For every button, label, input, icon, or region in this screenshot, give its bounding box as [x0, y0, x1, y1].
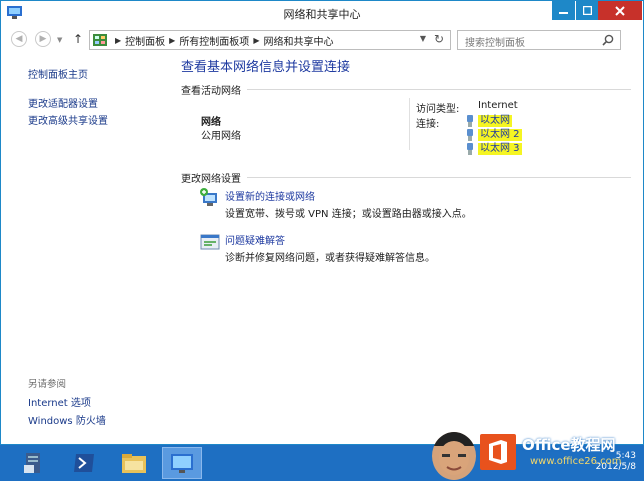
setup-new-connection-link[interactable]: 设置新的连接或网络	[225, 188, 315, 203]
network-name: 网络	[201, 117, 221, 128]
change-adapter-settings-link[interactable]: 更改适配器设置	[28, 95, 98, 110]
maximize-button[interactable]	[575, 1, 598, 20]
network-info-divider	[409, 98, 410, 150]
ethernet-label[interactable]: 以太网	[478, 115, 512, 127]
back-button[interactable]: ◀	[11, 31, 27, 47]
title-bar: 网络和共享中心	[1, 1, 643, 25]
refresh-icon[interactable]: ↻	[434, 32, 444, 46]
watermark: Office教程网 www.office26.com	[432, 428, 642, 480]
address-bar[interactable]: ▶ 控制面板 ▶ 所有控制面板项 ▶ 网络和共享中心 ▼ ↻	[89, 30, 451, 50]
minimize-button[interactable]	[552, 1, 575, 20]
see-also-heading: 另请参阅	[28, 379, 67, 390]
search-placeholder: 搜索控制面板	[465, 38, 525, 49]
internet-options-link[interactable]: Internet 选项	[28, 394, 91, 409]
close-button[interactable]	[598, 1, 642, 20]
file-explorer-button[interactable]	[114, 447, 154, 479]
search-box[interactable]: 搜索控制面板	[457, 30, 621, 50]
change-advanced-sharing-link[interactable]: 更改高级共享设置	[28, 112, 108, 127]
troubleshoot-icon	[200, 234, 220, 250]
access-type-value: Internet	[478, 100, 518, 111]
page-title: 查看基本网络信息并设置连接	[181, 60, 351, 75]
search-icon[interactable]	[602, 34, 614, 46]
breadcrumb-control-panel[interactable]: 控制面板	[125, 33, 165, 48]
network-type-link[interactable]: 公用网络	[201, 127, 241, 142]
up-button[interactable]: ↑	[73, 32, 83, 46]
watermark-avatar	[432, 432, 476, 480]
server-manager-button[interactable]	[14, 447, 54, 479]
navigation-bar: ◀ ▶ ▼ ↑ ▶ 控制面板 ▶ 所有控制面板项 ▶ 网络和共享中心 ▼ ↻ 搜…	[1, 27, 643, 53]
minimize-icon	[559, 12, 568, 14]
control-panel-icon	[171, 454, 193, 473]
ethernet-3-connection-link[interactable]: 以太网 3	[465, 143, 522, 155]
powershell-icon	[74, 454, 94, 472]
troubleshoot-problems-link[interactable]: 问题疑难解答	[225, 232, 285, 247]
powershell-button[interactable]	[64, 447, 104, 479]
ethernet-icon	[467, 115, 473, 127]
connections-label: 连接:	[416, 119, 440, 130]
new-connection-icon	[200, 188, 217, 206]
ethernet-3-label[interactable]: 以太网 3	[478, 143, 522, 155]
main-content: 查看基本网络信息并设置连接 查看活动网络 网络 公用网络 访问类型: Inter…	[171, 54, 643, 444]
ethernet-icon	[467, 129, 473, 141]
recent-locations-dropdown[interactable]: ▼	[57, 36, 62, 44]
breadcrumb-separator-icon[interactable]: ▶	[169, 36, 175, 45]
section-divider	[247, 89, 631, 90]
office-logo-icon	[480, 434, 516, 470]
address-dropdown-icon[interactable]: ▼	[420, 34, 426, 43]
access-type-label: 访问类型:	[416, 104, 460, 115]
server-manager-icon	[24, 453, 40, 473]
breadcrumb-separator-icon[interactable]: ▶	[253, 36, 259, 45]
breadcrumb-current[interactable]: 网络和共享中心	[263, 33, 333, 48]
left-navigation: 控制面板主页 更改适配器设置 更改高级共享设置 另请参阅 Internet 选项…	[1, 54, 171, 444]
watermark-brand: Office教程网	[522, 436, 616, 454]
breadcrumb-separator-icon[interactable]: ▶	[115, 36, 121, 45]
control-panel-home-link[interactable]: 控制面板主页	[28, 66, 88, 81]
section-divider	[247, 177, 631, 178]
control-panel-icon	[93, 34, 107, 46]
network-center-taskbar-button[interactable]	[162, 447, 202, 479]
watermark-url: www.office26.com	[530, 456, 622, 467]
forward-arrow-icon: ▶	[39, 34, 47, 44]
maximize-icon	[582, 6, 592, 15]
setup-new-connection-description: 设置宽带、拨号或 VPN 连接；或设置路由器或接入点。	[225, 209, 472, 220]
forward-button[interactable]: ▶	[35, 31, 51, 47]
troubleshoot-problems-description: 诊断并修复网络问题，或者获得疑难解答信息。	[225, 253, 435, 264]
change-settings-heading: 更改网络设置	[181, 174, 241, 185]
ethernet-connection-link[interactable]: 以太网	[465, 115, 512, 127]
active-networks-heading: 查看活动网络	[181, 86, 241, 97]
ethernet-icon	[467, 143, 473, 155]
close-icon	[615, 5, 625, 16]
window: 网络和共享中心 ◀ ▶ ▼ ↑ ▶ 控制面板 ▶ 所有控制面板项 ▶ 网络和共享…	[0, 0, 644, 445]
breadcrumb-all-items[interactable]: 所有控制面板项	[179, 33, 249, 48]
ethernet-2-connection-link[interactable]: 以太网 2	[465, 129, 522, 141]
windows-firewall-link[interactable]: Windows 防火墙	[28, 412, 106, 427]
back-arrow-icon: ◀	[15, 34, 23, 44]
window-title: 网络和共享中心	[283, 8, 361, 21]
avatar-icon	[432, 432, 476, 475]
ethernet-2-label[interactable]: 以太网 2	[478, 129, 522, 141]
file-explorer-icon	[122, 454, 146, 473]
